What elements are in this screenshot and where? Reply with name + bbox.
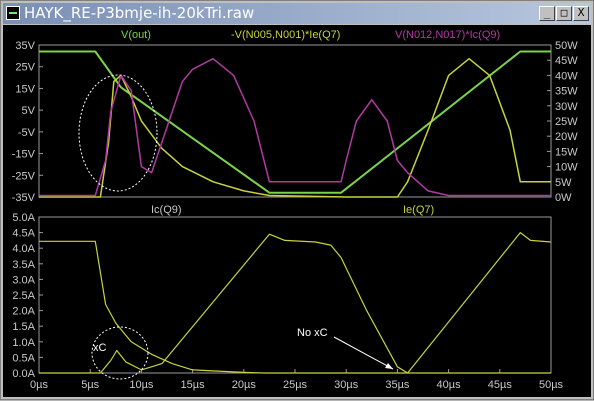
top-left-tick-label: 35V — [15, 40, 35, 52]
bottom-left-tick-label: 1.5A — [12, 321, 35, 333]
top-pane-frame — [38, 44, 552, 198]
top-right-axis: 50W 45W 40W 35W 30W 25W 20W 15W 10W 5W 0W — [547, 40, 578, 204]
bottom-pane[interactable]: Ic(Q9) Ie(Q7) 5.0A 4.5A 4.0A 3.5A 3.0A 2.5A 2.… — [12, 204, 563, 391]
title-bar[interactable]: HAYK_RE-P3bmje-ih-20kTri.raw _ □ X — [3, 3, 591, 24]
bottom-left-tick-label: 2.0A — [12, 306, 35, 318]
legend-vout[interactable]: V(out) — [121, 29, 151, 41]
waveform-app-icon — [6, 6, 20, 20]
annotation-xc: xC — [93, 342, 107, 354]
bottom-left-axis: 5.0A 4.5A 4.0A 3.5A 3.0A 2.5A 2.0A 1.5A 1.0A 0.5A… — [12, 212, 43, 380]
crossover-highlight-top — [78, 74, 158, 192]
minimize-button[interactable]: _ — [539, 6, 555, 21]
legend-ic-q9[interactable]: Ic(Q9) — [151, 204, 182, 216]
top-left-tick-label: 5V — [22, 105, 36, 117]
legend-ie-q7[interactable]: Ie(Q7) — [403, 204, 434, 216]
top-right-tick-label: 20W — [555, 131, 578, 143]
top-left-tick-label: -15V — [12, 149, 36, 161]
bottom-left-tick-label: 2.5A — [12, 290, 35, 302]
top-right-tick-label: 25W — [555, 116, 578, 128]
x-tick-label: 50µs — [539, 379, 564, 391]
top-series-line — [39, 50, 551, 194]
top-right-tick-label: 45W — [555, 55, 578, 67]
bottom-left-tick-label: 5.0A — [12, 212, 35, 224]
plot-area[interactable]: V(out) -V(N005,N001)*Ie(Q7) V(N012,N017)… — [3, 25, 591, 397]
close-button[interactable]: X — [573, 6, 589, 21]
annotation-no-xc-arrowhead — [385, 363, 393, 369]
window-title: HAYK_RE-P3bmje-ih-20kTri.raw — [24, 4, 255, 22]
x-tick-label: 10µs — [129, 379, 154, 391]
bottom-left-tick-label: 3.5A — [12, 259, 35, 271]
top-left-tick-label: -5V — [18, 127, 36, 139]
x-tick-label: 15µs — [181, 379, 206, 391]
top-left-tick-label: -35V — [12, 192, 36, 204]
x-tick-label: 25µs — [283, 379, 308, 391]
x-tick-label: 40µs — [437, 379, 462, 391]
x-axis: 0µs 5µs 10µs 15µs 20µs 25µs 30µs 35µs 40µs 45µs 50… — [30, 369, 564, 391]
top-right-tick-label: 50W — [555, 40, 578, 52]
bottom-left-tick-label: 0.5A — [12, 352, 35, 364]
top-series — [39, 50, 551, 198]
x-tick-label: 30µs — [334, 379, 359, 391]
top-right-tick-label: 30W — [555, 101, 578, 113]
x-tick-label: 45µs — [488, 379, 513, 391]
top-pane[interactable]: V(out) -V(N005,N001)*Ie(Q7) V(N012,N017)… — [12, 29, 578, 204]
top-right-tick-label: 10W — [555, 162, 578, 174]
legend-power-q9[interactable]: V(N012,N017)*Ic(Q9) — [395, 29, 500, 41]
top-series-line — [39, 57, 551, 198]
top-right-tick-label: 35W — [555, 86, 578, 98]
top-right-tick-label: 0W — [555, 192, 572, 204]
legend-power-q7[interactable]: -V(N005,N001)*Ie(Q7) — [231, 29, 340, 41]
waveform-plot[interactable]: V(out) -V(N005,N001)*Ie(Q7) V(N012,N017)… — [3, 25, 591, 397]
x-tick-label: 35µs — [385, 379, 410, 391]
x-tick-label: 5µs — [81, 379, 99, 391]
bottom-left-tick-label: 4.0A — [12, 243, 35, 255]
top-right-tick-label: 15W — [555, 146, 578, 158]
bottom-left-tick-label: 1.0A — [12, 337, 35, 349]
x-tick-label: 20µs — [232, 379, 257, 391]
top-left-tick-label: 15V — [15, 83, 35, 95]
top-right-tick-label: 40W — [555, 70, 578, 82]
x-tick-label: 0µs — [30, 379, 48, 391]
top-right-tick-label: 5W — [555, 177, 572, 189]
top-left-tick-label: -25V — [12, 170, 36, 182]
bottom-left-tick-label: 3.0A — [12, 274, 35, 286]
bottom-left-tick-label: 4.5A — [12, 228, 35, 240]
annotation-no-xc: No xC — [297, 327, 328, 339]
plot-window: HAYK_RE-P3bmje-ih-20kTri.raw _ □ X V(out… — [0, 0, 594, 400]
maximize-button[interactable]: □ — [556, 6, 572, 21]
bottom-series-line — [39, 232, 552, 374]
top-left-axis: 35V 25V 15V 5V -5V -15V -25V -35V — [12, 40, 43, 204]
top-left-tick-label: 25V — [15, 62, 35, 74]
bottom-series — [39, 232, 552, 374]
